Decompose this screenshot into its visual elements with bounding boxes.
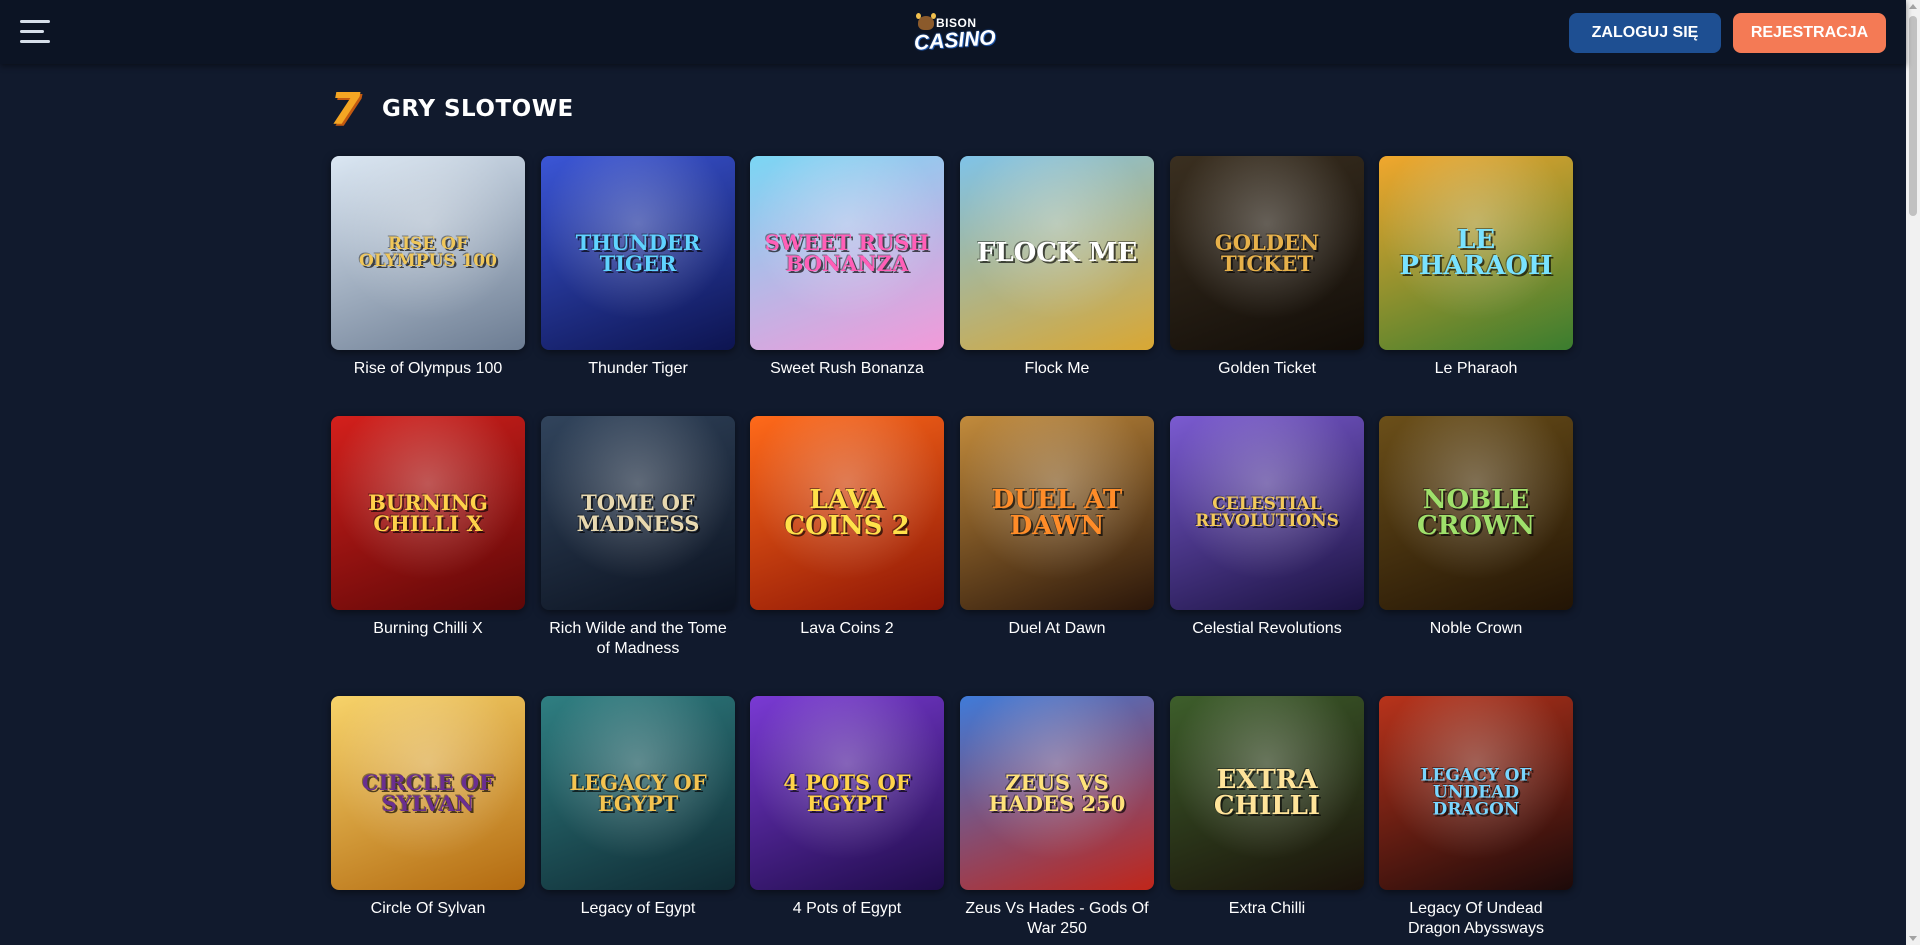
top-navigation-bar: BISON CASINO ZALOGUJ SIĘ REJESTRACJA: [0, 0, 1906, 64]
game-art-title: BURNING CHILLI X: [368, 490, 488, 536]
game-title[interactable]: Legacy Of Undead Dragon Abyssways: [1379, 899, 1573, 939]
game-art-title: THUNDER TIGER: [575, 230, 701, 276]
game-title[interactable]: Flock Me: [960, 359, 1154, 379]
game-art-title: EXTRA CHILLI: [1213, 765, 1321, 821]
game-art-title: LAVA COINS 2: [784, 485, 910, 541]
game-art-title: TOME OF MADNESS: [576, 490, 700, 536]
game-thumbnail[interactable]: ZEUS VS HADES 250: [960, 696, 1154, 890]
game-art-title: LE PHARAOH: [1399, 225, 1553, 281]
game-thumbnail[interactable]: LAVA COINS 2: [750, 416, 944, 610]
game-tile[interactable]: LAVA COINS 2 Lava Coins 2: [750, 416, 944, 639]
game-tile[interactable]: 4 POTS OF EGYPT 4 Pots of Egypt: [750, 696, 944, 919]
game-thumbnail[interactable]: NOBLE CROWN: [1379, 416, 1573, 610]
register-button[interactable]: REJESTRACJA: [1733, 13, 1886, 53]
game-title[interactable]: Le Pharaoh: [1379, 359, 1573, 379]
game-tile[interactable]: RISE OF OLYMPUS 100 Rise of Olympus 100: [331, 156, 525, 379]
page-scrollbar[interactable]: [1906, 0, 1920, 945]
game-thumbnail[interactable]: TOME OF MADNESS: [541, 416, 735, 610]
game-thumbnail[interactable]: EXTRA CHILLI: [1170, 696, 1364, 890]
game-tile[interactable]: CELESTIAL REVOLUTIONS Celestial Revolutio…: [1170, 416, 1364, 639]
scroll-down-icon[interactable]: [1909, 936, 1917, 941]
bison-icon: [916, 13, 936, 30]
game-art-title: RISE OF OLYMPUS 100: [359, 234, 497, 271]
game-title[interactable]: Thunder Tiger: [541, 359, 735, 379]
game-tile[interactable]: THUNDER TIGER Thunder Tiger: [541, 156, 735, 379]
game-title[interactable]: Rich Wilde and the Tome of Madness: [541, 619, 735, 659]
game-title[interactable]: Burning Chilli X: [331, 619, 525, 639]
game-title[interactable]: Extra Chilli: [1170, 899, 1364, 919]
game-thumbnail[interactable]: RISE OF OLYMPUS 100: [331, 156, 525, 350]
bison-casino-logo[interactable]: BISON CASINO: [913, 13, 997, 58]
game-title[interactable]: 4 Pots of Egypt: [750, 899, 944, 919]
game-title[interactable]: Legacy of Egypt: [541, 899, 735, 919]
game-tile[interactable]: ZEUS VS HADES 250 Zeus Vs Hades - Gods Of…: [960, 696, 1154, 939]
game-tile[interactable]: FLOCK ME Flock Me: [960, 156, 1154, 379]
game-thumbnail[interactable]: LE PHARAOH: [1379, 156, 1573, 350]
game-art-title: FLOCK ME: [976, 238, 1138, 268]
game-thumbnail[interactable]: CIRCLE OF SYLVAN: [331, 696, 525, 890]
game-art-title: LEGACY OF EGYPT: [569, 770, 707, 816]
game-tile[interactable]: LE PHARAOH Le Pharaoh: [1379, 156, 1573, 379]
game-tile[interactable]: NOBLE CROWN Noble Crown: [1379, 416, 1573, 639]
game-title[interactable]: Circle Of Sylvan: [331, 899, 525, 919]
game-tile[interactable]: EXTRA CHILLI Extra Chilli: [1170, 696, 1364, 919]
game-tile[interactable]: LEGACY OF EGYPT Legacy of Egypt: [541, 696, 735, 919]
game-thumbnail[interactable]: FLOCK ME: [960, 156, 1154, 350]
logo-bottom-text: CASINO: [913, 26, 997, 55]
game-thumbnail[interactable]: BURNING CHILLI X: [331, 416, 525, 610]
game-art-title: SWEET RUSH BONANZA: [764, 230, 930, 276]
game-title[interactable]: Noble Crown: [1379, 619, 1573, 639]
game-art-title: CIRCLE OF SYLVAN: [362, 770, 494, 816]
game-thumbnail[interactable]: LEGACY OF EGYPT: [541, 696, 735, 890]
game-title[interactable]: Golden Ticket: [1170, 359, 1364, 379]
game-art-title: NOBLE CROWN: [1417, 485, 1535, 541]
game-title[interactable]: Rise of Olympus 100: [331, 359, 525, 379]
game-title[interactable]: Zeus Vs Hades - Gods Of War 250: [960, 899, 1154, 939]
game-art-title: LEGACY OF UNDEAD DRAGON: [1420, 765, 1532, 820]
game-thumbnail[interactable]: SWEET RUSH BONANZA: [750, 156, 944, 350]
section-title: GRY SLOTOWE: [382, 96, 574, 122]
game-art-title: CELESTIAL REVOLUTIONS: [1195, 494, 1339, 531]
game-art-title: DUEL AT DAWN: [991, 485, 1123, 541]
game-title[interactable]: Sweet Rush Bonanza: [750, 359, 944, 379]
game-tile[interactable]: BURNING CHILLI X Burning Chilli X: [331, 416, 525, 639]
game-tile[interactable]: DUEL AT DAWN Duel At Dawn: [960, 416, 1154, 639]
game-thumbnail[interactable]: CELESTIAL REVOLUTIONS: [1170, 416, 1364, 610]
menu-icon[interactable]: [20, 20, 50, 44]
game-thumbnail[interactable]: 4 POTS OF EGYPT: [750, 696, 944, 890]
game-title[interactable]: Celestial Revolutions: [1170, 619, 1364, 639]
game-thumbnail[interactable]: THUNDER TIGER: [541, 156, 735, 350]
seven-icon: 7: [330, 84, 361, 135]
game-art-title: 4 POTS OF EGYPT: [783, 770, 911, 816]
game-thumbnail[interactable]: GOLDEN TICKET: [1170, 156, 1364, 350]
game-art-title: ZEUS VS HADES 250: [988, 770, 1126, 816]
game-thumbnail[interactable]: LEGACY OF UNDEAD DRAGON: [1379, 696, 1573, 890]
game-tile[interactable]: CIRCLE OF SYLVAN Circle Of Sylvan: [331, 696, 525, 919]
game-tile[interactable]: GOLDEN TICKET Golden Ticket: [1170, 156, 1364, 379]
scroll-up-icon[interactable]: [1909, 4, 1917, 9]
game-thumbnail[interactable]: DUEL AT DAWN: [960, 416, 1154, 610]
game-art-title: GOLDEN TICKET: [1214, 230, 1320, 276]
scrollbar-thumb[interactable]: [1909, 16, 1917, 216]
login-button[interactable]: ZALOGUJ SIĘ: [1569, 13, 1721, 53]
game-title[interactable]: Lava Coins 2: [750, 619, 944, 639]
game-title[interactable]: Duel At Dawn: [960, 619, 1154, 639]
game-tile[interactable]: SWEET RUSH BONANZA Sweet Rush Bonanza: [750, 156, 944, 379]
game-tile[interactable]: LEGACY OF UNDEAD DRAGON Legacy Of Undead …: [1379, 696, 1573, 939]
game-tile[interactable]: TOME OF MADNESS Rich Wilde and the Tome o…: [541, 416, 735, 659]
